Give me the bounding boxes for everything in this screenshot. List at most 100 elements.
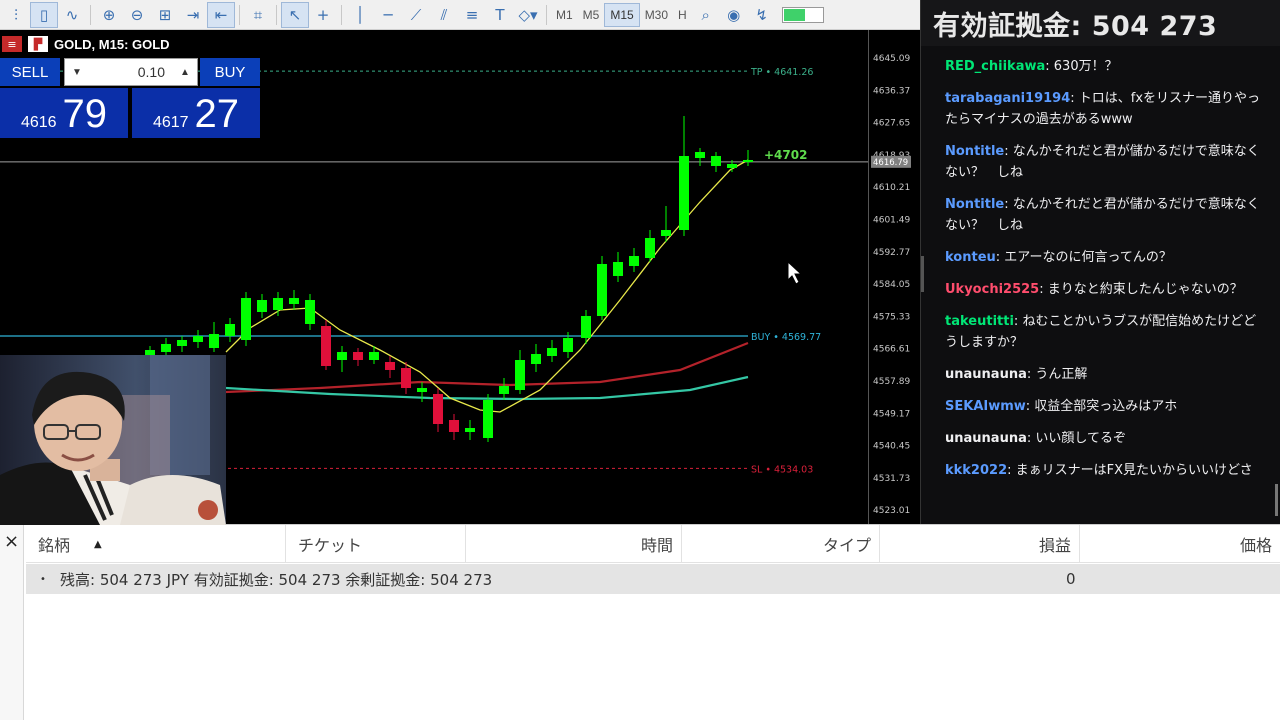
timeframe-m5[interactable]: M5	[578, 4, 605, 26]
chart-title: GOLD, M15: GOLD	[54, 36, 170, 52]
zoom-in-icon[interactable]: ⊕	[95, 2, 123, 28]
webcam-overlay	[0, 355, 226, 525]
timeframe-m15[interactable]: M15	[604, 2, 640, 27]
col-symbol-label: 銘柄	[38, 536, 71, 555]
col-symbol[interactable]: 銘柄 ▲	[26, 525, 286, 563]
volume-down-icon[interactable]: ▼	[65, 67, 89, 78]
chat-username[interactable]: takeutitti	[945, 314, 1014, 329]
timeframe-m30[interactable]: M30	[640, 4, 673, 26]
sort-ascending-icon: ▲	[94, 538, 102, 550]
bull-candle	[465, 428, 475, 432]
floating-profit-label: +4702	[764, 148, 807, 162]
chat-separator: :	[1070, 91, 1079, 106]
timeframe-h[interactable]: H	[673, 4, 692, 26]
grid-icon[interactable]: ⊞	[151, 2, 179, 28]
channel-icon[interactable]: ⫽	[430, 2, 458, 28]
buy-price[interactable]: 4617 27	[132, 88, 260, 138]
sell-price-big: 79	[62, 92, 108, 136]
shapes-icon[interactable]: ◇▾	[514, 2, 542, 28]
chat-message: unaunauna: いい顔してるぞ	[945, 428, 1267, 449]
chat-text: エアーなのに何言ってんの？	[1004, 250, 1172, 265]
col-profit[interactable]: 損益	[880, 525, 1080, 563]
chat-username[interactable]: Nontitle	[945, 197, 1004, 212]
bear-candle	[321, 326, 331, 366]
col-type[interactable]: タイプ	[682, 525, 880, 563]
col-type-label: タイプ	[822, 536, 871, 555]
chat-username[interactable]: Nontitle	[945, 144, 1004, 159]
chat-username[interactable]: konteu	[945, 250, 996, 265]
chat-separator: :	[1007, 463, 1016, 478]
chat-header: 有効証拠金: 504 273	[921, 0, 1280, 46]
signal-icon[interactable]: ↯	[748, 2, 776, 28]
horizontal-line-icon[interactable]: ─	[374, 2, 402, 28]
balance-row[interactable]: • 残高: 504 273 JPY 有効証拠金: 504 273 余剰証拠金: …	[26, 564, 1280, 594]
one-click-trading-panel: SELL ▼ 0.10 ▲ BUY 4616 79 4617 27	[0, 58, 262, 138]
chat-text: 収益全部突っ込みはアホ	[1034, 399, 1178, 414]
col-ticket[interactable]: チケット	[286, 525, 466, 563]
volume-field[interactable]: ▼ 0.10 ▲	[64, 58, 198, 86]
chart-shift-icon[interactable]: ⇤	[207, 1, 235, 28]
buy-entry-label: BUY • 4569.77	[751, 332, 821, 343]
menu-icon[interactable]: ≡	[2, 36, 22, 52]
volume-up-icon[interactable]: ▲	[173, 67, 197, 78]
price-axis-label: 4636.37	[873, 86, 910, 96]
sell-price[interactable]: 4616 79	[0, 88, 128, 138]
bar-chart-icon[interactable]: ⫶	[2, 2, 30, 28]
chat-username[interactable]: SEKAIwmw	[945, 399, 1026, 414]
timeframe-m1[interactable]: M1	[551, 4, 578, 26]
chat-text: うん正解	[1035, 367, 1088, 382]
price-axis-canvas: 4645.094636.374627.654618.934610.214601.…	[871, 54, 911, 516]
bull-candle	[661, 230, 671, 236]
bull-candle	[289, 298, 299, 304]
bear-candle	[449, 420, 459, 432]
chat-username[interactable]: kkk2022	[945, 463, 1007, 478]
vertical-line-icon[interactable]: │	[346, 2, 374, 28]
bull-candle	[679, 156, 689, 230]
price-axis-label: 4592.77	[873, 248, 910, 258]
col-price[interactable]: 価格	[1080, 525, 1280, 563]
chat-username[interactable]: Ukyochi2525	[945, 282, 1039, 297]
price-axis-label: 4610.21	[873, 183, 910, 193]
battery-fill	[783, 8, 805, 21]
chat-username[interactable]: unaunauna	[945, 367, 1027, 382]
cursor-icon[interactable]: ↖	[281, 1, 309, 28]
zoom-out-icon[interactable]: ⊖	[123, 2, 151, 28]
screenshot-icon[interactable]: ⌗	[244, 2, 272, 28]
chat-scrollbar[interactable]	[1275, 484, 1278, 516]
bull-candle	[711, 156, 721, 166]
line-chart-icon[interactable]: ∿	[58, 2, 86, 28]
col-time[interactable]: 時間	[466, 525, 682, 563]
trend-line-icon[interactable]: ⟋	[402, 2, 430, 28]
crosshair-icon[interactable]: +	[309, 2, 337, 28]
current-price-tag-label: 4616.79	[873, 158, 908, 168]
bull-candle	[273, 298, 283, 310]
fibonacci-icon[interactable]: ≡	[458, 2, 486, 28]
chat-separator: :	[1039, 282, 1048, 297]
price-axis: 4645.094636.374627.654618.934610.214601.…	[868, 30, 920, 524]
col-price-label: 価格	[1239, 536, 1272, 555]
bear-candle	[385, 362, 395, 370]
chat-scroll-indicator[interactable]	[921, 256, 924, 292]
price-axis-label: 4566.61	[873, 345, 910, 355]
candle-icon[interactable]: ▯	[30, 1, 58, 28]
buy-button[interactable]: BUY	[200, 58, 260, 86]
bull-candle	[193, 336, 203, 342]
mouse-cursor-icon	[787, 260, 803, 285]
price-axis-label: 4549.17	[873, 409, 910, 419]
account-icon[interactable]: ◉	[720, 2, 748, 28]
text-icon[interactable]: T	[486, 2, 514, 28]
ma-fast-line	[225, 159, 749, 413]
chat-username[interactable]: tarabagani19194	[945, 91, 1070, 106]
battery-indicator	[781, 6, 824, 23]
chat-username[interactable]: RED_chiikawa	[945, 59, 1045, 74]
sell-button[interactable]: SELL	[0, 58, 60, 86]
close-terminal-icon[interactable]: ×	[0, 525, 24, 720]
bear-candle	[401, 368, 411, 388]
search-icon[interactable]: ⌕	[692, 2, 720, 28]
bull-candle	[161, 344, 171, 352]
col-time-label: 時間	[640, 536, 673, 555]
volume-value[interactable]: 0.10	[89, 64, 173, 80]
buy-price-small: 4617	[152, 114, 189, 131]
autoscroll-icon[interactable]: ⇥	[179, 2, 207, 28]
chat-username[interactable]: unaunauna	[945, 431, 1027, 446]
